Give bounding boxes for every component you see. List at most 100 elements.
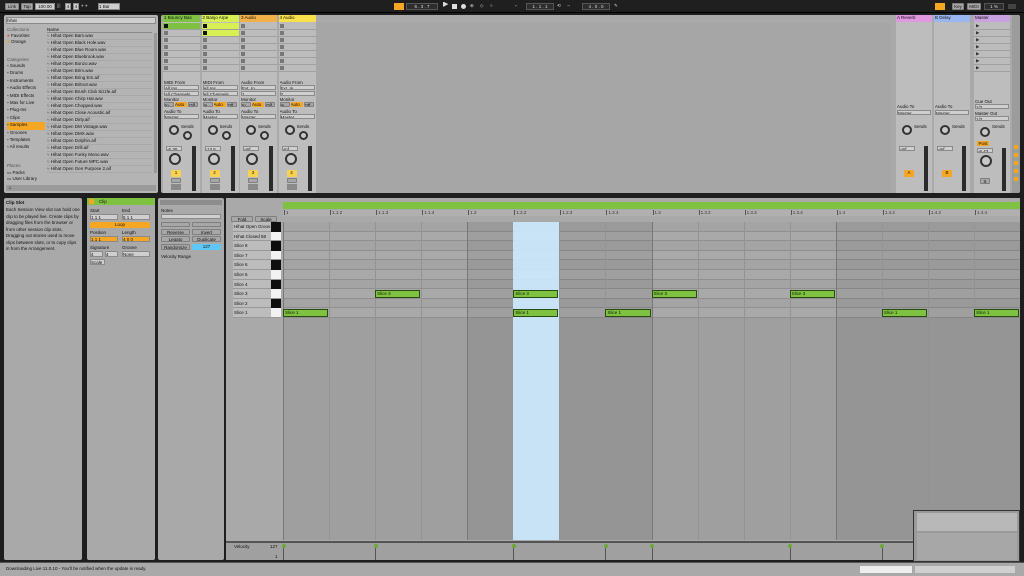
slot-stop-icon[interactable] <box>279 24 284 28</box>
browser-scrollbar[interactable] <box>154 33 157 173</box>
category-drums[interactable]: ▪ Drums <box>7 70 45 77</box>
monitor-in-button[interactable]: In <box>241 102 251 107</box>
loop-start-field[interactable]: 1 . 1 . 1 <box>526 3 554 10</box>
computer-midi-keyboard-button[interactable] <box>935 3 945 10</box>
clip-slot[interactable] <box>163 30 200 37</box>
monitor-off-button[interactable]: Off <box>226 102 237 107</box>
slot-stop-icon[interactable] <box>241 38 245 42</box>
solo-button[interactable] <box>209 178 220 183</box>
volume-field[interactable]: -Inf <box>937 146 953 151</box>
volume-meter[interactable] <box>230 146 235 191</box>
status-track-selector[interactable] <box>915 566 1015 573</box>
input-channel-select[interactable]: 1 <box>241 91 276 96</box>
monitor-in-button[interactable]: In <box>202 102 213 107</box>
velocity-dot[interactable] <box>511 544 516 548</box>
midi-note[interactable]: Slice 3 <box>789 290 835 298</box>
slot-stop-icon[interactable] <box>241 45 245 49</box>
file-item[interactable]: ≈ Hihat Open Drill.aif <box>47 145 152 152</box>
velocity-dot[interactable] <box>788 544 793 548</box>
volume-meter[interactable] <box>962 146 966 191</box>
link-button[interactable]: Link <box>5 3 19 10</box>
return-activator-button[interactable]: A <box>904 170 914 177</box>
output-select[interactable]: Master <box>202 114 238 119</box>
meter-numerator[interactable]: 4 <box>65 3 71 10</box>
category-plug-ins[interactable]: ▪ Plug-Ins <box>7 107 45 114</box>
lane-label[interactable]: Slice 3 <box>233 289 271 299</box>
monitor-off-button[interactable]: Off <box>188 102 198 107</box>
overdub-icon[interactable]: ⊕ <box>470 3 478 10</box>
volume-meter[interactable] <box>924 146 928 191</box>
input-type-select[interactable]: All Ins <box>202 85 238 90</box>
position-field[interactable]: 1 1 1 <box>90 236 118 242</box>
file-item[interactable]: ≈ Hihat Open Bring Em.aif <box>47 75 152 82</box>
timeline-ruler[interactable]: 1 1.1.2 1.1.3 1.1.4 1.2 1.2.2 1.2.3 1.2.4 1.3 1.3… <box>283 210 1020 216</box>
return-title[interactable]: B Delay <box>934 15 970 22</box>
scene-play-icon[interactable]: ▶ <box>976 37 982 42</box>
scene-launch[interactable]: ▶ <box>974 44 1010 51</box>
monitor-in-button[interactable]: In <box>279 102 290 107</box>
category-audio-effects[interactable]: ▪ Audio Effects <box>7 85 45 92</box>
volume-meter[interactable] <box>1002 148 1006 191</box>
pan-knob[interactable] <box>284 153 297 165</box>
clip-slot[interactable] <box>240 37 277 44</box>
velocity-stem[interactable] <box>881 546 883 560</box>
category-instruments[interactable]: ▪ Instruments <box>7 78 45 85</box>
piano-key[interactable] <box>271 222 281 232</box>
browser-search-input[interactable]: hihat <box>6 17 156 24</box>
scene-play-icon[interactable]: ▶ <box>976 23 982 28</box>
meter-denominator[interactable]: 4 <box>73 3 79 10</box>
clip-play-icon[interactable] <box>202 31 207 35</box>
send-knob[interactable] <box>940 125 950 135</box>
clip-slot[interactable] <box>163 65 200 72</box>
clip-play-icon[interactable] <box>202 24 207 28</box>
clip-slot[interactable] <box>240 58 277 65</box>
clip-slot[interactable] <box>278 58 316 65</box>
category-all-results[interactable]: ▪ All results <box>7 144 45 151</box>
master-out-select[interactable]: 1/2 <box>975 116 1009 121</box>
output-select[interactable]: Master <box>241 114 276 119</box>
mixer-toggle-dots[interactable] <box>1014 145 1018 185</box>
category-grooves[interactable]: ▪ Grooves <box>7 130 45 137</box>
track-activator-button[interactable]: 2 <box>209 170 220 177</box>
slot-stop-icon[interactable] <box>202 38 207 42</box>
return-activator-button[interactable]: B <box>942 170 952 177</box>
lane-label[interactable]: Slice 8 <box>233 241 271 251</box>
drop-zone[interactable] <box>316 23 891 193</box>
track-activator-button[interactable]: 1 <box>171 170 181 177</box>
volume-field[interactable]: -Inf <box>243 146 259 151</box>
slot-stop-icon[interactable] <box>202 52 207 56</box>
arrangement-position[interactable]: 6 . 3 . 7 <box>406 3 438 10</box>
slot-stop-icon[interactable] <box>241 59 245 63</box>
slot-stop-icon[interactable] <box>202 45 207 49</box>
volume-field[interactable]: -6.43 <box>977 148 993 153</box>
volume-field[interactable]: -Inf <box>281 146 298 151</box>
file-item[interactable]: ≈ Hihat Open Chopped.wav <box>47 103 152 110</box>
volume-field[interactable]: -13.5 <box>204 146 221 151</box>
midi-note[interactable]: Slice 1 <box>283 309 329 317</box>
slot-stop-icon[interactable] <box>164 45 168 49</box>
loop-switch-icon[interactable]: ⟲ <box>557 3 565 10</box>
clip-slot[interactable] <box>201 44 239 51</box>
piano-key[interactable] <box>271 298 281 309</box>
velocity-dot[interactable] <box>650 544 654 548</box>
file-item[interactable]: ≈ Hihat Open Brim.wav <box>47 68 152 75</box>
file-item[interactable]: ≈ Hihat Open DM Vintage.wav <box>47 124 152 131</box>
category-clips[interactable]: ▪ Clips <box>7 115 45 122</box>
halve-button[interactable] <box>161 222 190 227</box>
send-a-knob[interactable] <box>169 125 179 135</box>
input-channel-select[interactable]: 2 <box>279 91 315 96</box>
note-grid[interactable]: Slice 3 Slice 3 Slice 3 Slice 3 Slice 1 Slice… <box>283 222 1020 540</box>
velocity-stem[interactable] <box>651 546 653 560</box>
piano-key[interactable] <box>271 308 281 318</box>
reverse-button[interactable]: Reverse <box>161 229 190 235</box>
master-title[interactable]: Master <box>974 15 1010 22</box>
piano-key[interactable] <box>271 279 281 290</box>
clip-slot[interactable] <box>201 37 239 44</box>
follow-button[interactable] <box>394 3 404 10</box>
cue-volume-knob[interactable] <box>980 127 990 137</box>
slot-stop-icon[interactable] <box>164 31 168 35</box>
piano-key[interactable] <box>271 270 281 280</box>
end-field[interactable]: 5 1 1 <box>122 214 150 220</box>
piano-key[interactable] <box>271 241 281 251</box>
midi-note[interactable]: Slice 3 <box>651 290 697 298</box>
